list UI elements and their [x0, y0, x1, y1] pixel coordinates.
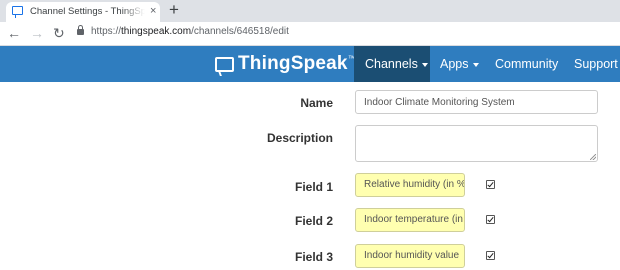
resize-handle-icon[interactable] [590, 154, 596, 160]
forward-arrow-icon[interactable]: → [30, 25, 44, 41]
close-tab-icon[interactable]: × [150, 5, 156, 17]
browser-tab[interactable]: Channel Settings - ThingSpeak IoT × [6, 2, 160, 22]
field3-enabled-checkbox[interactable] [486, 251, 495, 260]
field1-value: Relative humidity (in %) [364, 179, 465, 190]
name-label: Name [300, 96, 333, 110]
field2-label: Field 2 [294, 214, 333, 228]
back-arrow-icon[interactable]: ← [7, 25, 21, 41]
new-tab-button[interactable]: + [169, 1, 179, 19]
nav-channels-label: Channels [365, 57, 418, 71]
field1-enabled-checkbox[interactable] [486, 180, 495, 189]
chevron-down-icon [472, 62, 479, 67]
address-bar[interactable]: https://thingspeak.com/channels/646518/e… [91, 26, 289, 37]
field2-enabled-checkbox[interactable] [486, 215, 495, 224]
url-host: thingspeak.com [121, 26, 192, 37]
speech-bubble-logo-icon [215, 56, 234, 72]
url-scheme: https:// [91, 26, 122, 37]
description-textarea[interactable] [355, 125, 598, 162]
lock-icon[interactable] [77, 25, 84, 35]
chevron-down-icon [421, 62, 428, 67]
channel-name-input[interactable] [355, 90, 598, 114]
tab-title: Channel Settings - ThingSpeak IoT [30, 6, 145, 17]
nav-community-label: Community [495, 57, 559, 71]
description-label: Description [266, 131, 333, 145]
nav-community[interactable]: Community [495, 46, 558, 82]
field2-input[interactable]: Indoor temperature (in °C) [355, 208, 465, 232]
field3-value: Indoor humidity value [364, 250, 460, 261]
thingspeak-logo[interactable]: ThingSpeak ™ [215, 53, 356, 75]
field3-label: Field 3 [294, 250, 333, 264]
browser-tab-strip: Channel Settings - ThingSpeak IoT × + [0, 0, 620, 22]
site-navbar: ThingSpeak ™ Channels Apps Community Sup… [0, 46, 620, 82]
brand-name: ThingSpeak [238, 53, 348, 74]
field1-input[interactable]: Relative humidity (in %) [355, 173, 465, 197]
nav-support[interactable]: Support [574, 46, 620, 82]
url-path: /channels/646518/edit [191, 26, 289, 37]
reload-icon[interactable]: ↻ [53, 25, 65, 41]
field2-value: Indoor temperature (in °C) [364, 214, 464, 225]
browser-toolbar: ← → ↻ https://thingspeak.com/channels/64… [0, 22, 620, 46]
nav-apps-label: Apps [440, 57, 469, 71]
nav-channels[interactable]: Channels [354, 46, 430, 82]
nav-apps[interactable]: Apps [440, 46, 479, 82]
thingspeak-favicon-icon [12, 6, 23, 18]
field1-label: Field 1 [294, 180, 333, 194]
field3-input[interactable]: Indoor humidity value [355, 244, 465, 268]
nav-support-label: Support [574, 57, 618, 71]
